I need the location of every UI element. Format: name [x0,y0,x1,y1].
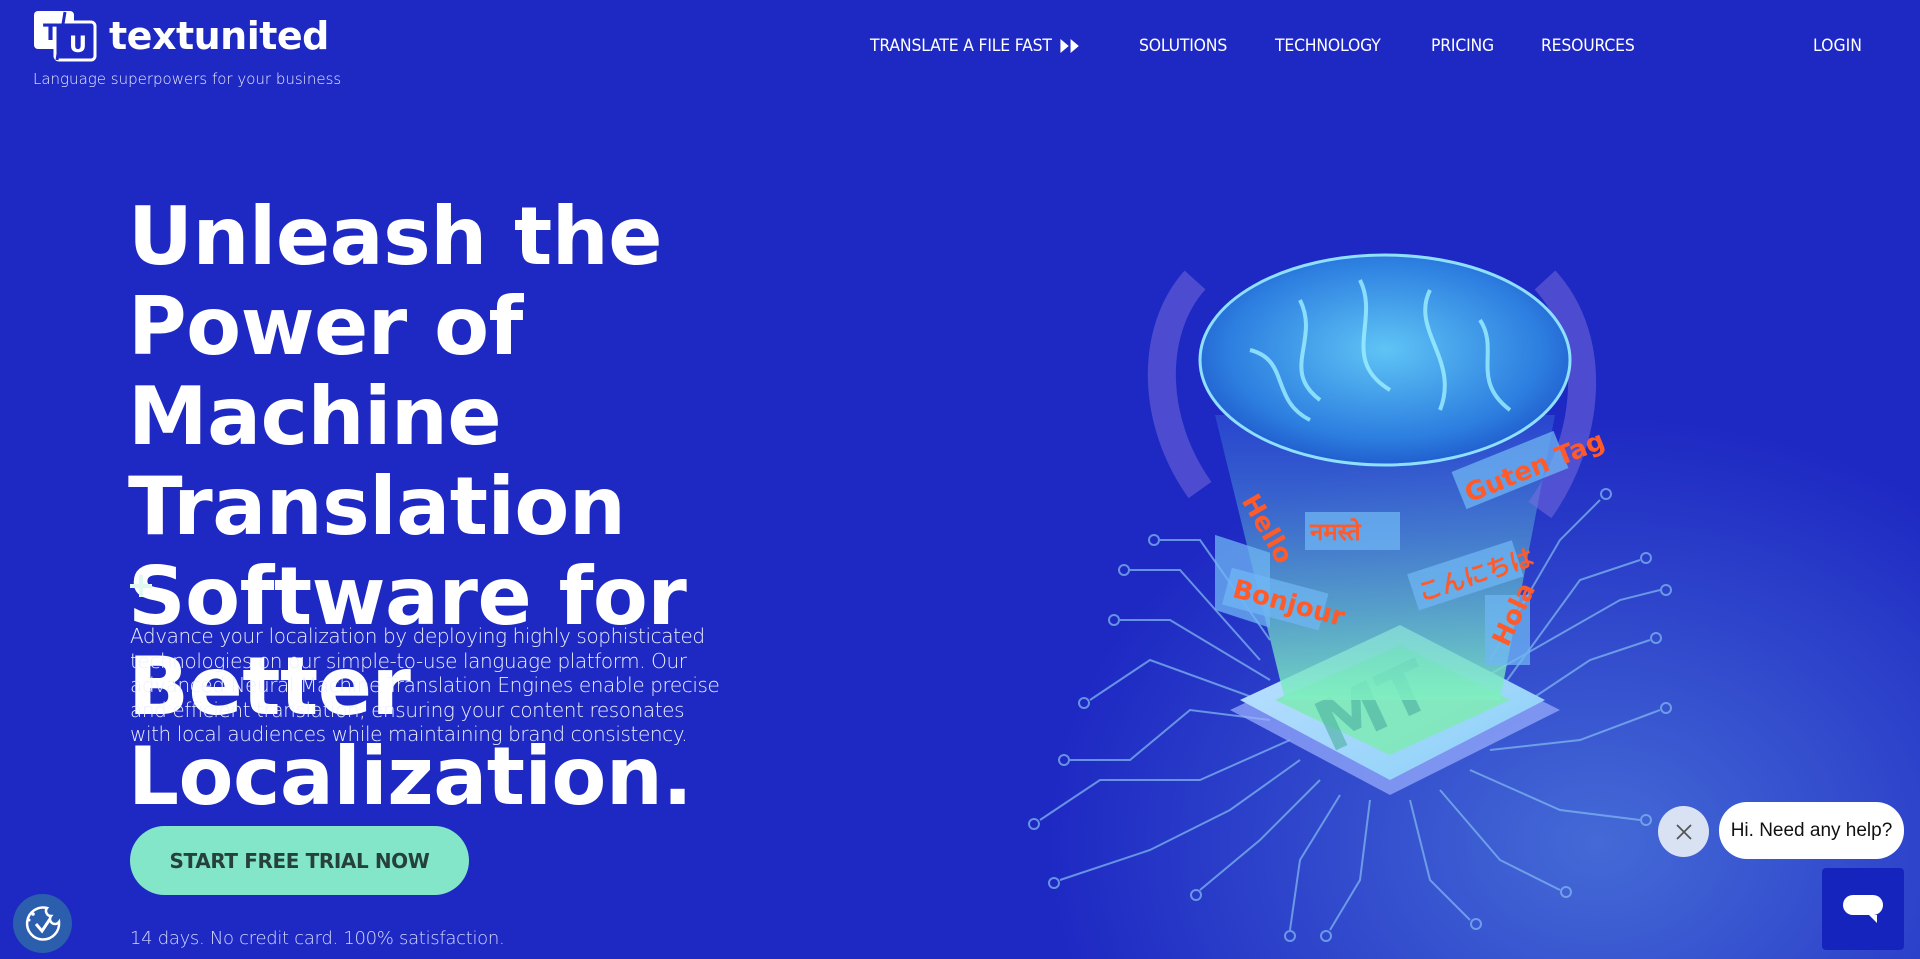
close-icon [1675,823,1692,840]
cookie-check-icon [25,905,60,941]
textunited-logo-icon: T U [34,11,97,62]
hero-description: Advance your localization by deploying h… [130,624,720,746]
brand-name: textunited [109,14,329,58]
svg-text:U: U [69,33,87,58]
brand-tagline: Language superpowers for your business [33,70,342,88]
svg-text:T: T [43,21,58,46]
plus-icon [130,575,152,597]
double-play-icon [1060,39,1079,53]
nav-resources[interactable]: RESOURCES [1541,36,1635,56]
nav-pricing[interactable]: PRICING [1431,36,1494,56]
chat-launcher-button[interactable] [1822,868,1904,950]
hero-title-line: Machine Translation [128,370,626,553]
cookie-settings-button[interactable] [13,894,72,953]
brain-icon [1198,253,1572,467]
login-link[interactable]: LOGIN [1813,36,1862,56]
nav-label: TRANSLATE A FILE FAST [870,36,1052,56]
hero-title-line: Unleash the Power of [128,190,662,373]
greeting-namaste: नमस्ते [1309,518,1362,546]
chat-dismiss-button[interactable] [1658,806,1709,857]
mt-brain-illustration: MT Hello नमस्ते Guten Tag Bonjour こんにちは … [1028,253,1672,942]
chat-bubble-icon [1843,895,1883,923]
trial-fine-print: 14 days. No credit card. 100% satisfacti… [130,928,505,949]
nav-technology[interactable]: TECHNOLOGY [1275,36,1381,56]
chat-greeting-bubble[interactable]: Hi. Need any help? [1719,802,1904,859]
brand-logo[interactable]: T U textunited Language superpowers for … [33,10,341,88]
start-free-trial-button[interactable]: START FREE TRIAL NOW [130,826,469,895]
nav-solutions[interactable]: SOLUTIONS [1139,36,1227,56]
main-nav: TRANSLATE A FILE FAST SOLUTIONS TECHNOLO… [870,36,1683,56]
nav-translate-file-fast[interactable]: TRANSLATE A FILE FAST [870,36,1079,56]
